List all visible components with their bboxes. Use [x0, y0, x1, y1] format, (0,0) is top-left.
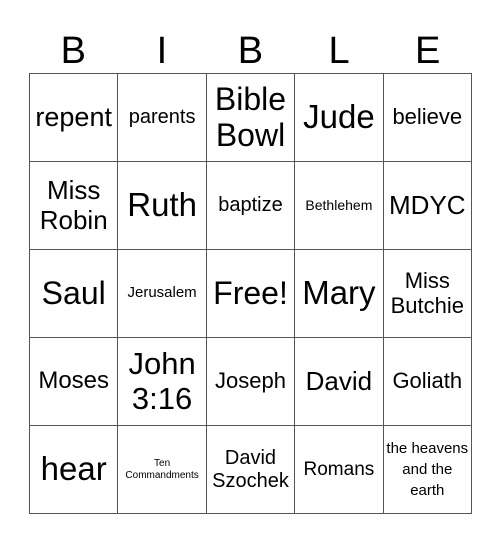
bingo-cell[interactable]: MDYC — [383, 162, 472, 250]
bingo-cell[interactable]: the heavens and the earth — [383, 426, 472, 514]
bingo-cell[interactable]: Ruth — [118, 162, 207, 250]
bingo-cell[interactable]: Miss Butchie — [383, 250, 472, 338]
bingo-cell[interactable]: David Szochek — [206, 426, 296, 514]
bingo-cell[interactable]: repent — [30, 74, 119, 162]
bingo-cell[interactable]: parents — [118, 74, 207, 162]
bingo-cell[interactable]: Jerusalem — [118, 250, 207, 338]
bingo-cell[interactable]: Bible Bowl — [206, 74, 296, 162]
free-space[interactable]: Free! — [206, 250, 296, 338]
bingo-cell[interactable]: Miss Robin — [30, 162, 119, 250]
header-letter-b2: B — [237, 30, 264, 72]
bingo-cell[interactable]: Jude — [295, 74, 384, 162]
bingo-cell[interactable]: Goliath — [383, 338, 472, 426]
bingo-cell[interactable]: hear — [30, 426, 119, 514]
bingo-header: B I B L E — [29, 30, 472, 72]
bingo-cell[interactable]: Moses — [30, 338, 119, 426]
bingo-cell[interactable]: Bethlehem — [295, 162, 384, 250]
bingo-cell[interactable]: Mary — [295, 250, 384, 338]
bingo-grid: repent parents Bible Bowl Jude believe M… — [29, 73, 472, 514]
bingo-cell[interactable]: Ten Commandments — [118, 426, 207, 514]
bingo-cell[interactable]: Romans — [295, 426, 384, 514]
bingo-cell[interactable]: Saul — [30, 250, 119, 338]
header-letter-b: B — [60, 30, 86, 72]
bingo-cell[interactable]: John 3:16 — [118, 338, 207, 426]
header-letter-e: E — [414, 30, 441, 72]
bingo-cell[interactable]: believe — [383, 74, 472, 162]
header-letter-l: L — [328, 30, 350, 72]
bingo-cell[interactable]: Joseph — [206, 338, 296, 426]
header-letter-i: I — [156, 30, 168, 72]
bingo-cell[interactable]: baptize — [206, 162, 296, 250]
bingo-cell[interactable]: David — [295, 338, 384, 426]
